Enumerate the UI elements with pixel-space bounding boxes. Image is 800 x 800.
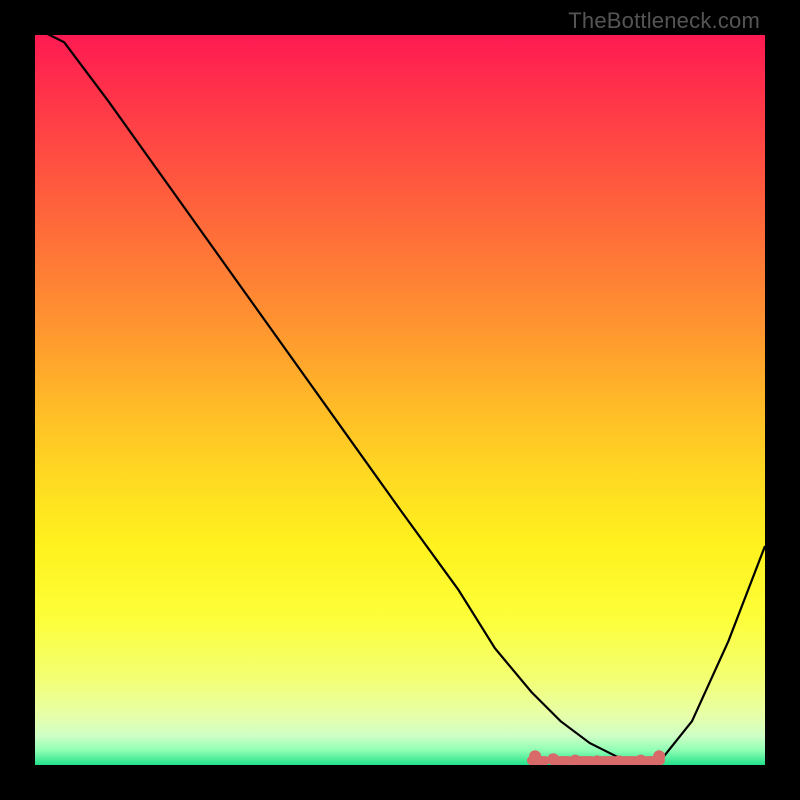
optimal-marker <box>547 753 559 765</box>
chart-frame: TheBottleneck.com <box>0 0 800 800</box>
optimal-marker <box>529 750 541 762</box>
bottleneck-curve-layer <box>35 35 765 765</box>
optimal-marker <box>653 750 665 762</box>
optimal-markers <box>529 750 665 765</box>
bottleneck-curve <box>35 35 765 761</box>
attribution-label: TheBottleneck.com <box>568 8 760 34</box>
plot-area <box>35 35 765 765</box>
